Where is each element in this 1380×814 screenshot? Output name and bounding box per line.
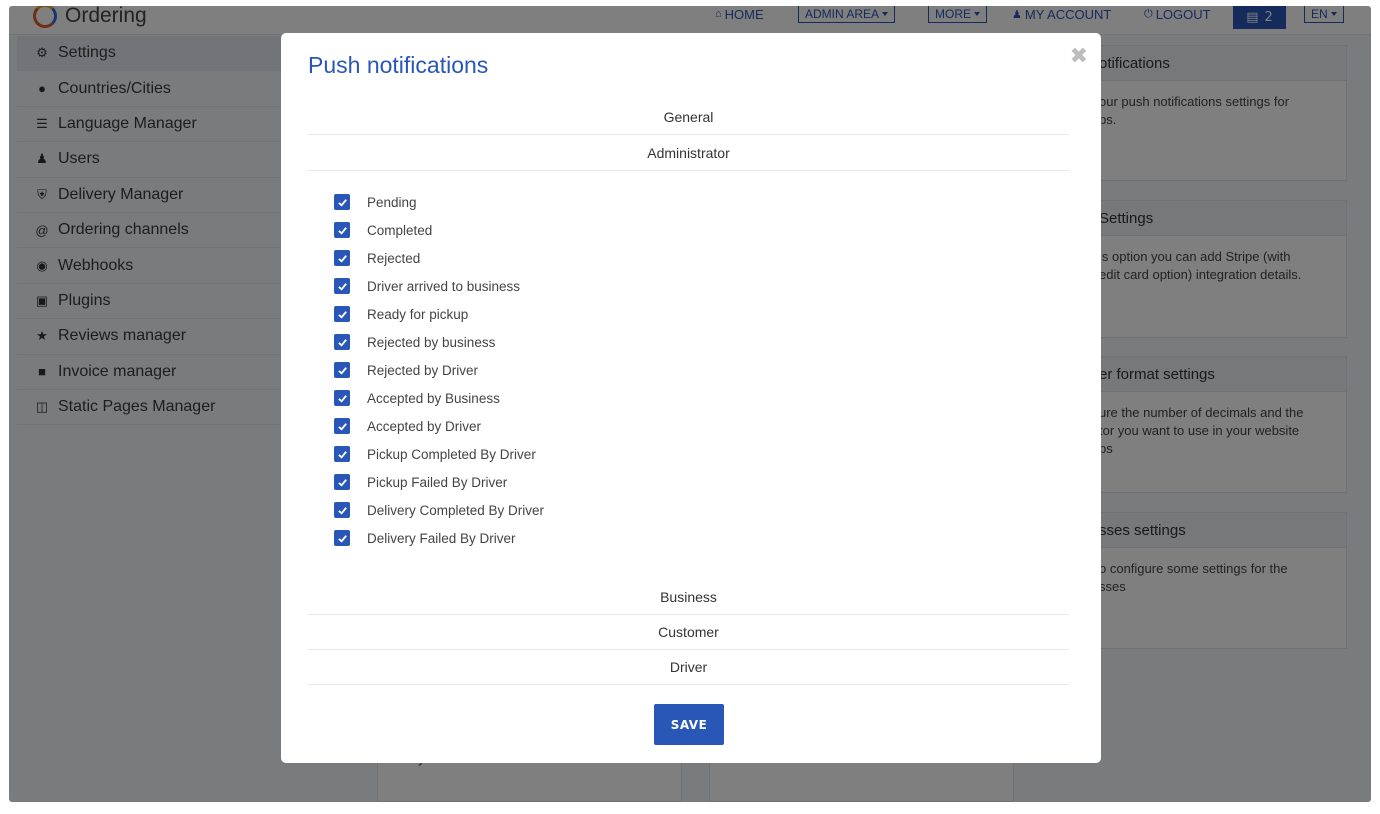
checkbox-row[interactable]: Accepted by Business: [334, 384, 544, 412]
checkbox-row[interactable]: Rejected: [334, 244, 544, 272]
checkbox-checked[interactable]: [334, 222, 350, 238]
checkbox-row[interactable]: Pending: [334, 188, 544, 216]
checkbox-checked[interactable]: [334, 418, 350, 434]
checkbox-checked[interactable]: [334, 530, 350, 546]
checkbox-checked[interactable]: [334, 474, 350, 490]
checkbox-row[interactable]: Delivery Failed By Driver: [334, 524, 544, 552]
checkbox-checked[interactable]: [334, 194, 350, 210]
save-button[interactable]: SAVE: [654, 704, 724, 745]
close-icon[interactable]: ✖: [1070, 46, 1088, 68]
section-driver[interactable]: Driver: [308, 650, 1069, 685]
checkbox-checked[interactable]: [334, 502, 350, 518]
section-business[interactable]: Business: [308, 580, 1069, 615]
checkbox-row[interactable]: Delivery Completed By Driver: [334, 496, 544, 524]
push-notifications-modal: Push notifications ✖ General Administrat…: [281, 33, 1101, 763]
section-administrator[interactable]: Administrator: [308, 136, 1069, 171]
checkbox-checked[interactable]: [334, 250, 350, 266]
checkbox-checked[interactable]: [334, 278, 350, 294]
checkbox-row[interactable]: Pickup Failed By Driver: [334, 468, 544, 496]
checkbox-row[interactable]: Accepted by Driver: [334, 412, 544, 440]
checkbox-row[interactable]: Driver arrived to business: [334, 272, 544, 300]
modal-title: Push notifications: [308, 52, 489, 78]
checkbox-checked[interactable]: [334, 446, 350, 462]
checkbox-checked[interactable]: [334, 306, 350, 322]
checkbox-row[interactable]: Rejected by Driver: [334, 356, 544, 384]
section-general[interactable]: General: [308, 100, 1069, 135]
section-customer[interactable]: Customer: [308, 615, 1069, 650]
checkbox-checked[interactable]: [334, 362, 350, 378]
checkbox-row[interactable]: Completed: [334, 216, 544, 244]
administrator-checklist: Pending Completed Rejected Driver arrive…: [334, 188, 544, 552]
checkbox-row[interactable]: Pickup Completed By Driver: [334, 440, 544, 468]
checkbox-checked[interactable]: [334, 334, 350, 350]
checkbox-checked[interactable]: [334, 390, 350, 406]
checkbox-row[interactable]: Rejected by business: [334, 328, 544, 356]
checkbox-row[interactable]: Ready for pickup: [334, 300, 544, 328]
